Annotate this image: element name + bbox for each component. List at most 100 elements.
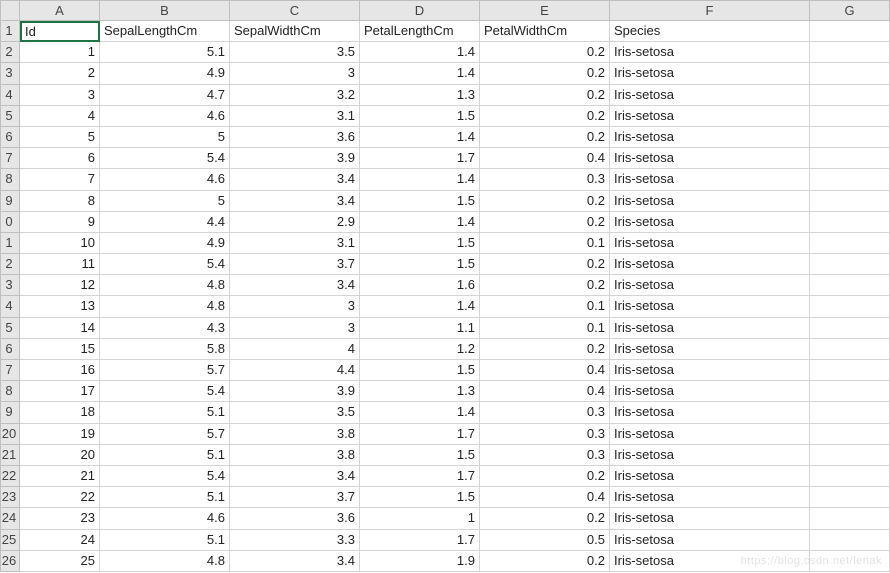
cell-b15[interactable]: 4.3 (100, 318, 230, 339)
cell-b3[interactable]: 4.9 (100, 63, 230, 84)
cell-e20[interactable]: 0.3 (480, 424, 610, 445)
cell-c10[interactable]: 2.9 (230, 212, 360, 233)
cell-b14[interactable]: 4.8 (100, 296, 230, 317)
cell-g17[interactable] (810, 360, 890, 381)
cell-b25[interactable]: 5.1 (100, 530, 230, 551)
cell-g18[interactable] (810, 381, 890, 402)
cell-a26[interactable]: 25 (20, 551, 100, 572)
cell-c9[interactable]: 3.4 (230, 191, 360, 212)
cell-e5[interactable]: 0.2 (480, 106, 610, 127)
cell-g20[interactable] (810, 424, 890, 445)
cell-a21[interactable]: 20 (20, 445, 100, 466)
cell-a22[interactable]: 21 (20, 466, 100, 487)
row-header[interactable]: 20 (0, 424, 20, 445)
cell-c22[interactable]: 3.4 (230, 466, 360, 487)
cell-e7[interactable]: 0.4 (480, 148, 610, 169)
row-header[interactable]: 4 (0, 296, 20, 317)
cell-d4[interactable]: 1.3 (360, 85, 480, 106)
row-header[interactable]: 9 (0, 191, 20, 212)
cell-b12[interactable]: 5.4 (100, 254, 230, 275)
cell-c1[interactable]: SepalWidthCm (230, 21, 360, 42)
cell-b7[interactable]: 5.4 (100, 148, 230, 169)
cell-a6[interactable]: 5 (20, 127, 100, 148)
cell-g14[interactable] (810, 296, 890, 317)
cell-d16[interactable]: 1.2 (360, 339, 480, 360)
cell-c19[interactable]: 3.5 (230, 402, 360, 423)
cell-b9[interactable]: 5 (100, 191, 230, 212)
row-header[interactable]: 21 (0, 445, 20, 466)
cell-f16[interactable]: Iris-setosa (610, 339, 810, 360)
cell-a23[interactable]: 22 (20, 487, 100, 508)
cell-d23[interactable]: 1.5 (360, 487, 480, 508)
cell-d10[interactable]: 1.4 (360, 212, 480, 233)
cell-d7[interactable]: 1.7 (360, 148, 480, 169)
row-header[interactable]: 8 (0, 381, 20, 402)
cell-c2[interactable]: 3.5 (230, 42, 360, 63)
row-header[interactable]: 24 (0, 508, 20, 529)
cell-e10[interactable]: 0.2 (480, 212, 610, 233)
cell-b19[interactable]: 5.1 (100, 402, 230, 423)
cell-b11[interactable]: 4.9 (100, 233, 230, 254)
cell-e4[interactable]: 0.2 (480, 85, 610, 106)
cell-e3[interactable]: 0.2 (480, 63, 610, 84)
row-header[interactable]: 3 (0, 63, 20, 84)
cell-d25[interactable]: 1.7 (360, 530, 480, 551)
cell-d26[interactable]: 1.9 (360, 551, 480, 572)
cell-a7[interactable]: 6 (20, 148, 100, 169)
cell-g22[interactable] (810, 466, 890, 487)
cell-g15[interactable] (810, 318, 890, 339)
column-header-c[interactable]: C (230, 0, 360, 21)
cell-d21[interactable]: 1.5 (360, 445, 480, 466)
cell-g9[interactable] (810, 191, 890, 212)
cell-f21[interactable]: Iris-setosa (610, 445, 810, 466)
cell-f4[interactable]: Iris-setosa (610, 85, 810, 106)
cell-f15[interactable]: Iris-setosa (610, 318, 810, 339)
row-header[interactable]: 9 (0, 402, 20, 423)
cell-c8[interactable]: 3.4 (230, 169, 360, 190)
cell-e24[interactable]: 0.2 (480, 508, 610, 529)
row-header[interactable]: 1 (0, 21, 20, 42)
cell-g13[interactable] (810, 275, 890, 296)
cell-c12[interactable]: 3.7 (230, 254, 360, 275)
cell-b13[interactable]: 4.8 (100, 275, 230, 296)
cell-f3[interactable]: Iris-setosa (610, 63, 810, 84)
cell-b8[interactable]: 4.6 (100, 169, 230, 190)
column-header-d[interactable]: D (360, 0, 480, 21)
cell-a5[interactable]: 4 (20, 106, 100, 127)
cell-b23[interactable]: 5.1 (100, 487, 230, 508)
cell-g7[interactable] (810, 148, 890, 169)
cell-g12[interactable] (810, 254, 890, 275)
column-header-a[interactable]: A (20, 0, 100, 21)
cell-d9[interactable]: 1.5 (360, 191, 480, 212)
cell-e8[interactable]: 0.3 (480, 169, 610, 190)
cell-c15[interactable]: 3 (230, 318, 360, 339)
cell-e1[interactable]: PetalWidthCm (480, 21, 610, 42)
cell-b5[interactable]: 4.6 (100, 106, 230, 127)
cell-c7[interactable]: 3.9 (230, 148, 360, 169)
cell-d22[interactable]: 1.7 (360, 466, 480, 487)
column-header-g[interactable]: G (810, 0, 890, 21)
row-header[interactable]: 2 (0, 42, 20, 63)
cell-g19[interactable] (810, 402, 890, 423)
cell-a9[interactable]: 8 (20, 191, 100, 212)
cell-e16[interactable]: 0.2 (480, 339, 610, 360)
cell-b10[interactable]: 4.4 (100, 212, 230, 233)
row-header[interactable]: 2 (0, 254, 20, 275)
cell-f7[interactable]: Iris-setosa (610, 148, 810, 169)
cell-e18[interactable]: 0.4 (480, 381, 610, 402)
cell-a10[interactable]: 9 (20, 212, 100, 233)
cell-e14[interactable]: 0.1 (480, 296, 610, 317)
cell-d24[interactable]: 1 (360, 508, 480, 529)
cell-f10[interactable]: Iris-setosa (610, 212, 810, 233)
cell-a20[interactable]: 19 (20, 424, 100, 445)
cell-a14[interactable]: 13 (20, 296, 100, 317)
cell-e17[interactable]: 0.4 (480, 360, 610, 381)
cell-f23[interactable]: Iris-setosa (610, 487, 810, 508)
cell-b4[interactable]: 4.7 (100, 85, 230, 106)
cell-d6[interactable]: 1.4 (360, 127, 480, 148)
row-header[interactable]: 26 (0, 551, 20, 572)
cell-c20[interactable]: 3.8 (230, 424, 360, 445)
cell-c3[interactable]: 3 (230, 63, 360, 84)
cell-a12[interactable]: 11 (20, 254, 100, 275)
cell-b1[interactable]: SepalLengthCm (100, 21, 230, 42)
